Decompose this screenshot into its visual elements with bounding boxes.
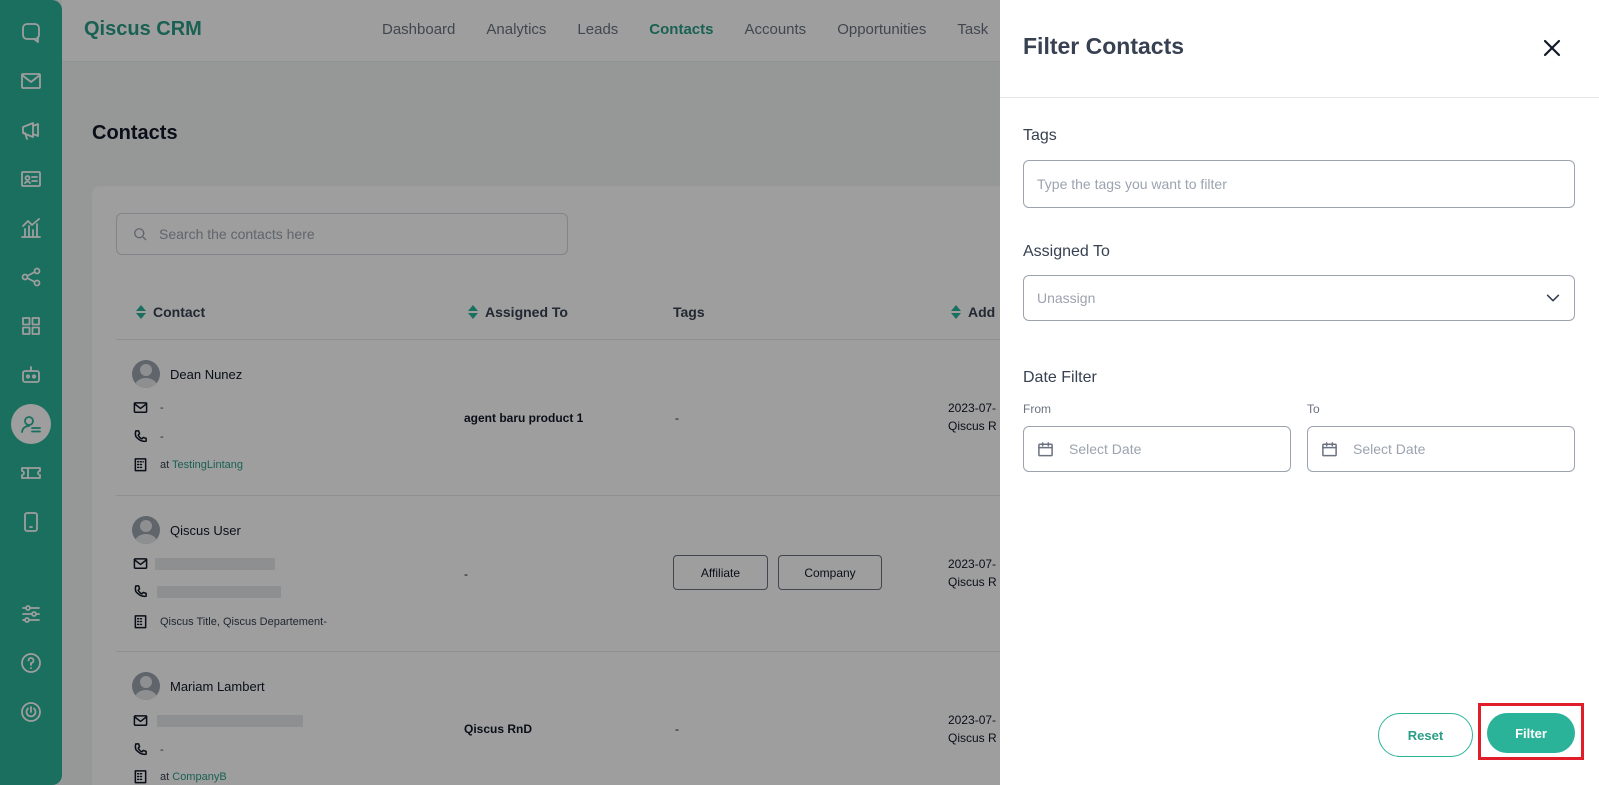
filter-button[interactable]: Filter — [1487, 713, 1575, 753]
drawer-divider — [1000, 97, 1599, 98]
reset-button[interactable]: Reset — [1378, 713, 1473, 757]
modal-backdrop[interactable] — [0, 0, 1000, 785]
assigned-label: Assigned To — [1023, 243, 1110, 260]
highlight-box: Filter — [1478, 703, 1584, 760]
date-filter-label: Date Filter — [1023, 369, 1097, 386]
close-icon[interactable] — [1540, 36, 1564, 60]
calendar-icon — [1322, 441, 1337, 456]
tags-field — [1023, 160, 1575, 208]
to-date-input[interactable]: Select Date — [1307, 426, 1575, 472]
tags-input[interactable] — [1037, 176, 1557, 192]
from-label: From — [1023, 402, 1051, 416]
calendar-icon — [1038, 441, 1053, 456]
to-label: To — [1307, 402, 1320, 416]
drawer-title: Filter Contacts — [1023, 33, 1185, 59]
filter-drawer: Filter Contacts Tags Assigned To Unassig… — [1000, 0, 1599, 785]
assigned-value: Unassign — [1037, 290, 1096, 306]
chevron-down-icon — [1546, 294, 1560, 302]
from-date-input[interactable]: Select Date — [1023, 426, 1291, 472]
assigned-select[interactable]: Unassign — [1023, 275, 1575, 321]
tags-label: Tags — [1023, 127, 1057, 144]
